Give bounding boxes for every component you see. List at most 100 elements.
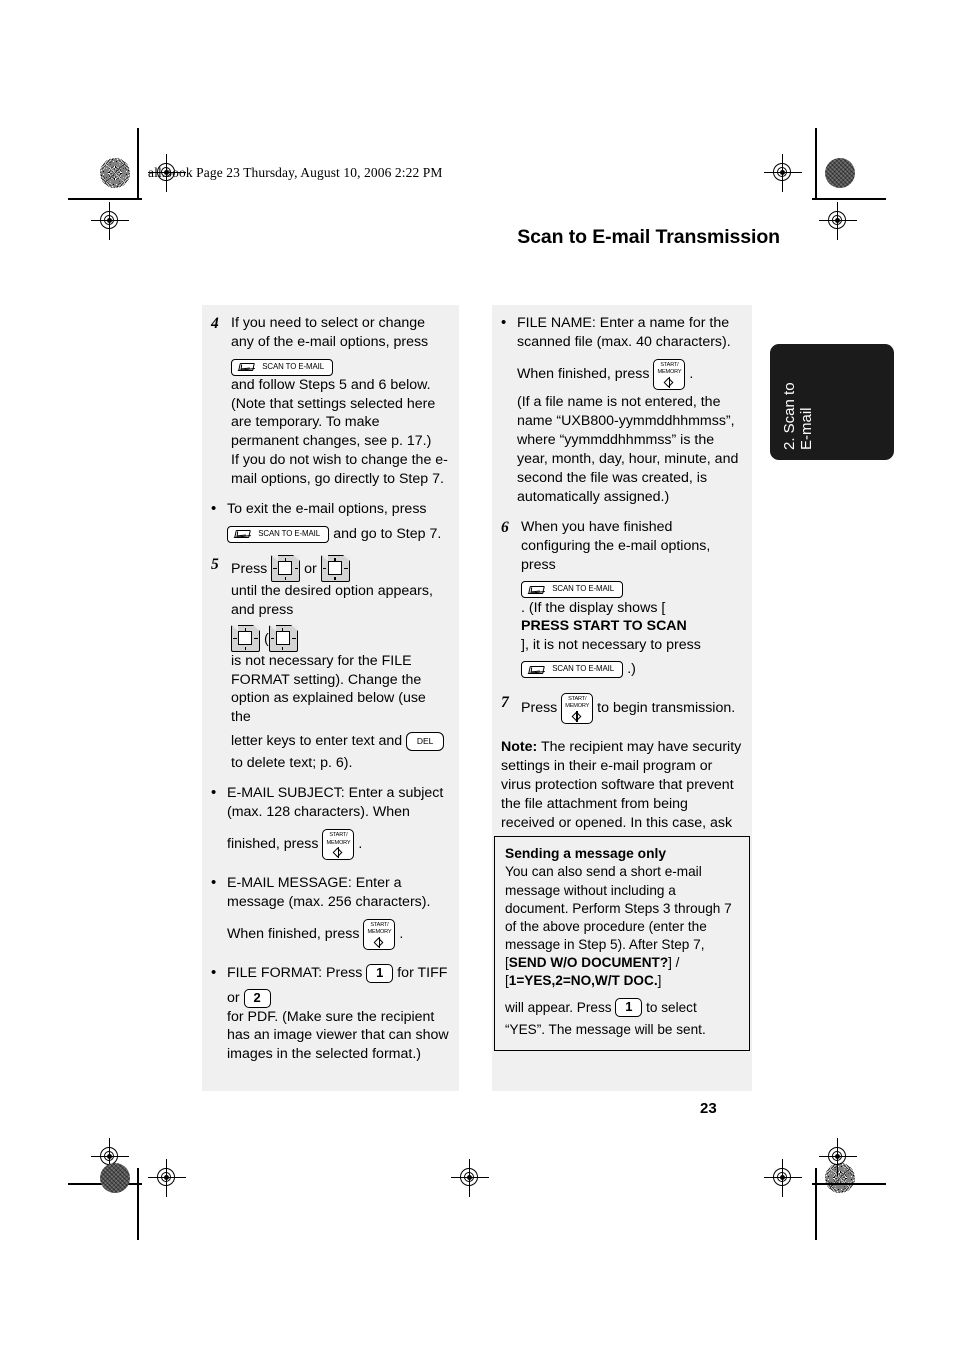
callout-display-line: [SEND W/O DOCUMENT?] / [1=YES,2=NO,W/T D… bbox=[505, 954, 739, 990]
del-key[interactable]: DEL bbox=[406, 732, 445, 752]
bullet-subject-text-c: . bbox=[358, 836, 363, 853]
page-number: 23 bbox=[700, 1100, 717, 1117]
envelope-icon bbox=[527, 665, 546, 677]
scan-to-email-key[interactable]: SCAN TO E-MAIL bbox=[521, 581, 624, 599]
scan-to-email-key-label: SCAN TO E-MAIL bbox=[262, 361, 324, 371]
step-5: 5 Press or until the desired option appe… bbox=[211, 555, 449, 773]
step-6-text-c: ], it is not necessary to press bbox=[521, 636, 701, 653]
bullet-exit-options: • To exit the e-mail options, press SCAN… bbox=[211, 500, 449, 544]
step-4-text-c: If you do not wish to change the e-mail … bbox=[231, 452, 448, 488]
callout-title: Sending a message only bbox=[505, 846, 667, 861]
scan-to-email-key[interactable]: SCAN TO E-MAIL bbox=[521, 661, 624, 679]
callout-display-message-1: SEND W/O DOCUMENT? bbox=[508, 955, 669, 971]
scan-to-email-key[interactable]: SCAN TO E-MAIL bbox=[231, 358, 334, 376]
callout-text-b: will appear. Press bbox=[505, 1000, 612, 1016]
start-memory-key-label-line2: MEMORY bbox=[657, 369, 682, 376]
bullet-format-text-d: for PDF. (Make sure the recipient has an… bbox=[227, 1008, 449, 1062]
start-diamond-icon bbox=[572, 711, 583, 723]
bullet-format-text-b: for TIFF bbox=[397, 965, 448, 982]
bullet-format-text-a: FILE FORMAT: Press bbox=[227, 965, 363, 982]
chapter-side-tab: 2. Scan to E-mail bbox=[770, 344, 894, 460]
halftone-solid-mark-top-right bbox=[825, 158, 855, 188]
step-5-text-until: until the desired option appears, and pr… bbox=[231, 583, 433, 618]
page-title: Scan to E-mail Transmission bbox=[517, 226, 780, 248]
bullet-filename-text-a: FILE NAME: Enter a name for the scanned … bbox=[517, 315, 731, 350]
start-memory-key-label-line2: MEMORY bbox=[565, 703, 590, 710]
callout-text-d: “YES”. The message will be sent. bbox=[505, 1022, 706, 1038]
start-memory-key[interactable]: START/ MEMORY bbox=[653, 358, 686, 390]
step-5-text-or: or bbox=[304, 560, 317, 577]
step-6-text-d: .) bbox=[627, 661, 636, 678]
callout-text-c: to select bbox=[646, 1000, 697, 1016]
callout-display-message-2: 1=YES,2=NO,W/T DOC. bbox=[508, 973, 658, 989]
bullet-message-text-c: . bbox=[399, 926, 404, 943]
start-diamond-icon bbox=[664, 377, 675, 389]
start-memory-key[interactable]: START/ MEMORY bbox=[322, 829, 355, 861]
step-5-number: 5 bbox=[211, 556, 219, 574]
left-content-panel: 4 If you need to select or change any of… bbox=[202, 305, 459, 1091]
scan-to-email-key-label: SCAN TO E-MAIL bbox=[552, 584, 614, 594]
step-5-text-b: is not necessary for the FILE FORMAT set… bbox=[231, 653, 426, 725]
enter-arrow-key[interactable] bbox=[231, 625, 260, 653]
step-6-text-a: When you have finished configuring the e… bbox=[521, 518, 711, 573]
numeric-key-1[interactable]: 1 bbox=[366, 963, 394, 983]
start-memory-key[interactable]: START/ MEMORY bbox=[561, 692, 594, 724]
callout-bracket-close-1: ] / bbox=[668, 955, 680, 971]
start-diamond-icon bbox=[374, 937, 385, 949]
step-7: 7 Press START/ MEMORY to begin transmiss… bbox=[501, 692, 742, 725]
step-4-number: 4 bbox=[211, 315, 219, 332]
enter-arrow-key-secondary[interactable] bbox=[268, 625, 298, 653]
step-5-text-c: letter keys to enter text and bbox=[231, 733, 403, 750]
numeric-key-2[interactable]: 2 bbox=[243, 988, 271, 1008]
step-4-text-b: and follow Steps 5 and 6 below. (Note th… bbox=[231, 377, 436, 449]
step-6-display-message: PRESS START TO SCAN bbox=[521, 618, 687, 635]
envelope-icon bbox=[237, 362, 256, 375]
scan-to-email-key-label: SCAN TO E-MAIL bbox=[258, 528, 320, 538]
start-memory-key-label-line1: START/ bbox=[660, 362, 679, 369]
up-arrow-key[interactable] bbox=[271, 555, 301, 583]
numeric-key-1-label: 1 bbox=[376, 965, 384, 981]
step-4-text-a: If you need to select or change any of t… bbox=[231, 315, 429, 350]
step-7-number: 7 bbox=[501, 693, 509, 711]
numeric-key-1[interactable]: 1 bbox=[615, 998, 643, 1018]
step-7-text-press: Press bbox=[521, 700, 558, 717]
bullet-subject-text-a: E-MAIL SUBJECT: Enter a subject (max. 12… bbox=[227, 785, 444, 821]
step-7-text-after: to begin transmission. bbox=[597, 700, 736, 717]
down-arrow-key[interactable] bbox=[320, 555, 350, 583]
bullet-exit-text-b: and go to Step 7. bbox=[333, 526, 442, 543]
bullet-filename-text-b: When finished, press bbox=[517, 366, 650, 383]
bullet-message-text-a: E-MAIL MESSAGE: Enter a message (max. 25… bbox=[227, 875, 431, 911]
start-memory-key[interactable]: START/ MEMORY bbox=[363, 918, 396, 950]
registration-target-right-upper bbox=[819, 202, 857, 240]
bullet-marker: • bbox=[501, 314, 507, 331]
crop-line-bottom-left-vertical bbox=[137, 1168, 139, 1240]
bullet-filename-text-c: . bbox=[689, 366, 694, 383]
step-5-text-d: to delete text; p. 6). bbox=[231, 755, 353, 772]
halftone-solid-mark-bottom-left bbox=[100, 1163, 130, 1193]
callout-bracket-close-2: ] bbox=[657, 973, 662, 989]
bullet-exit-text-a: To exit the e-mail options, press bbox=[227, 501, 427, 518]
envelope-icon bbox=[233, 529, 252, 542]
chapter-side-tab-label: 2. Scan to E-mail bbox=[781, 382, 815, 450]
registration-target-bottom-right bbox=[764, 1159, 802, 1197]
step-4: 4 If you need to select or change any of… bbox=[211, 314, 449, 489]
bullet-file-name: • FILE NAME: Enter a name for the scanne… bbox=[501, 314, 742, 507]
crop-line-right-horizontal-lower bbox=[812, 1183, 886, 1185]
del-key-label: DEL bbox=[416, 736, 434, 747]
bullet-email-subject: • E-MAIL SUBJECT: Enter a subject (max. … bbox=[211, 784, 449, 861]
crop-line-top-left-vertical bbox=[137, 128, 139, 200]
numeric-key-1-label: 1 bbox=[625, 999, 633, 1015]
bullet-file-format: • FILE FORMAT: Press 1 for TIFF or 2 for… bbox=[211, 963, 449, 1064]
step-5-text-press: Press bbox=[231, 560, 268, 577]
scan-to-email-key[interactable]: SCAN TO E-MAIL bbox=[227, 525, 330, 543]
crop-line-right-horizontal bbox=[812, 198, 886, 200]
start-memory-key-label-line2: MEMORY bbox=[326, 839, 351, 846]
callout-sending-message-only: Sending a message only You can also send… bbox=[494, 836, 750, 1051]
bullet-format-text-c: or bbox=[227, 990, 240, 1007]
crop-line-bottom-right-vertical bbox=[815, 1168, 817, 1240]
bullet-subject-text-b: finished, press bbox=[227, 836, 319, 853]
start-memory-key-label-line2: MEMORY bbox=[367, 929, 392, 936]
halftone-star-mark-top-left bbox=[100, 158, 130, 188]
start-memory-key-label-line1: START/ bbox=[370, 922, 389, 929]
start-diamond-icon bbox=[333, 847, 344, 859]
